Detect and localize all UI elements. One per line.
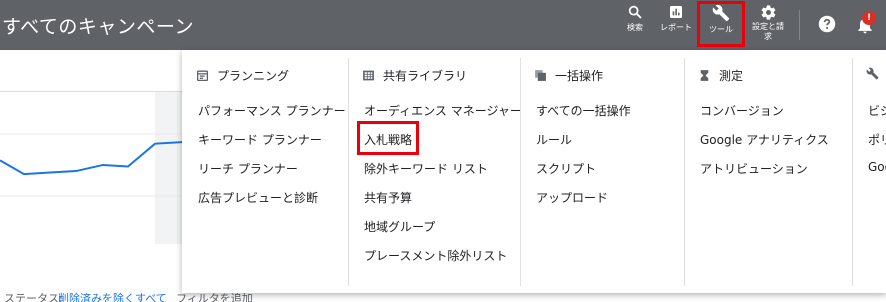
performance-chart [0, 133, 182, 197]
menu-column-measurement: 測定 コンバージョン Google アナリティクス アトリビューション [684, 50, 852, 293]
wrench-icon [866, 67, 879, 80]
menu-column-shared-library: 共有ライブラリ オーディエンス マネージャー 入札戦略 除外キーワード リスト … [348, 50, 522, 293]
tools-highlight-box [697, 1, 745, 47]
menu-item-setup-1[interactable]: ビジ [868, 102, 886, 119]
copy-icon [535, 70, 546, 81]
reports-button[interactable]: レポート [657, 4, 695, 48]
menu-item-keyword-planner[interactable]: キーワード プランナー [198, 131, 322, 148]
chart-series-group [0, 141, 182, 176]
menu-item-placement-exclusion-lists[interactable]: プレースメント除外リスト [364, 247, 507, 264]
planning-header-label: プランニング [217, 69, 290, 83]
menu-item-uploads[interactable]: アップロード [536, 189, 608, 206]
chart-series-line [0, 141, 182, 176]
menu-item-negative-keyword-lists[interactable]: 除外キーワード リスト [364, 160, 488, 177]
menu-item-shared-budgets[interactable]: 共有予算 [364, 189, 412, 206]
help-icon [818, 15, 836, 33]
menu-column-header: 測定 [698, 67, 743, 84]
menu-column-header [866, 67, 886, 80]
page-title: すべてのキャンペーン [2, 16, 194, 38]
menu-item-performance-planner[interactable]: パフォーマンス プランナー [198, 102, 346, 119]
menu-column-bulk-actions: 一括操作 すべての一括操作 ルール スクリプト アップロード [520, 50, 684, 293]
menu-column-setup: ビジ ポリ Goo [852, 50, 886, 293]
menu-item-location-groups[interactable]: 地域グループ [364, 218, 435, 235]
menu-item-audience-manager[interactable]: オーディエンス マネージャー [364, 102, 522, 119]
grid-icon [363, 70, 374, 81]
menu-item-reach-planner[interactable]: リーチ プランナー [198, 160, 298, 177]
notification-badge: ! [862, 11, 876, 25]
calendar-icon [196, 70, 209, 82]
settings-label-line2: 求 [764, 32, 772, 41]
search-icon [628, 5, 642, 19]
bulk-actions-header-label: 一括操作 [555, 69, 604, 83]
menu-item-all-bulk-actions[interactable]: すべての一括操作 [536, 102, 631, 119]
reports-label: レポート [660, 23, 692, 32]
tools-dropdown-menu: プランニング パフォーマンス プランナー キーワード プランナー リーチ プラン… [182, 50, 886, 293]
top-bar: すべてのキャンペーン 検索 レポート ツール 設定と請 求 ! [0, 0, 886, 50]
menu-item-setup-2[interactable]: ポリ [868, 131, 886, 148]
menu-item-rules[interactable]: ルール [536, 131, 572, 148]
hourglass-icon [700, 70, 709, 81]
menu-item-scripts[interactable]: スクリプト [536, 160, 596, 177]
bid-strategies-highlight-box [357, 121, 419, 155]
search-button[interactable]: 検索 [621, 4, 649, 48]
settings-label-line1: 設定と請 [752, 22, 784, 31]
measurement-header-label: 測定 [719, 69, 744, 83]
reports-icon [670, 6, 682, 18]
gear-icon [761, 5, 775, 20]
toolbar-divider [799, 10, 800, 40]
menu-column-header: 一括操作 [534, 67, 603, 84]
menu-column-header: プランニング [196, 67, 289, 84]
status-filter-prefix: ステータス: [4, 292, 63, 302]
settings-billing-button[interactable]: 設定と請 求 [748, 4, 788, 48]
menu-column-header: 共有ライブラリ [362, 67, 467, 84]
menu-column-planning: プランニング パフォーマンス プランナー キーワード プランナー リーチ プラン… [182, 50, 348, 293]
shared-library-header-label: 共有ライブラリ [383, 69, 468, 83]
search-label: 検索 [627, 23, 643, 32]
status-filter-value[interactable]: 削除済みを除くすべて [58, 290, 167, 302]
menu-item-google-analytics[interactable]: Google アナリティクス [700, 131, 829, 148]
menu-item-setup-3[interactable]: Goo [868, 160, 886, 174]
menu-item-ad-preview[interactable]: 広告プレビューと診断 [198, 189, 318, 206]
menu-item-conversions[interactable]: コンバージョン [700, 102, 784, 119]
menu-item-attribution[interactable]: アトリビューション [700, 160, 808, 177]
